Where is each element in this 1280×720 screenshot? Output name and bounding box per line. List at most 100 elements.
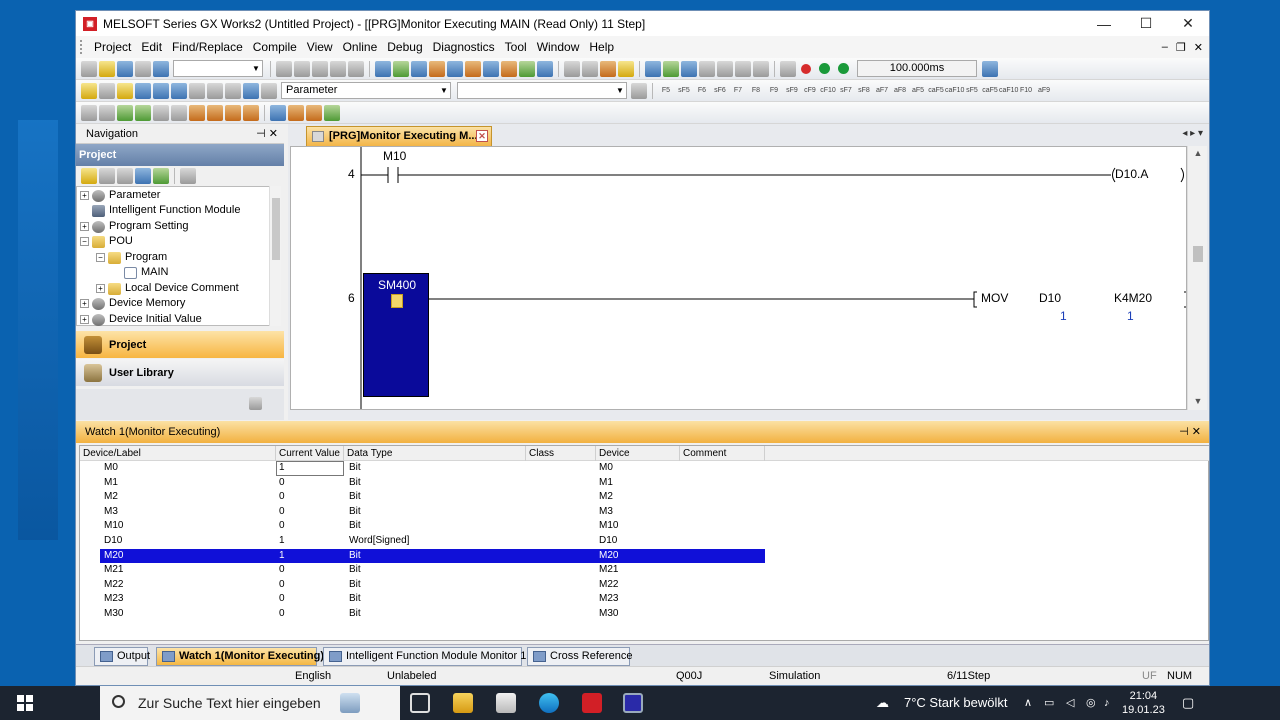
table-row[interactable]: M0 1 Bit M0 (100, 461, 765, 476)
paste-icon[interactable] (312, 60, 328, 77)
table-row[interactable]: M23 0 Bit M23 (100, 592, 765, 607)
tool-icon[interactable] (582, 60, 598, 77)
ladder-icon[interactable] (681, 60, 697, 77)
read-from-plc-icon[interactable] (375, 60, 391, 77)
breakpoint-icon[interactable] (243, 104, 259, 121)
pin-icon[interactable]: ⊣ ✕ (1179, 421, 1201, 443)
collapse-icon[interactable]: − (96, 253, 105, 262)
dev-read-icon[interactable] (519, 60, 535, 77)
breakpoint-icon[interactable] (225, 104, 241, 121)
cell-current-value[interactable]: 0 (276, 519, 344, 533)
tree-item-intelligent-function-module[interactable]: Intelligent Function Module (92, 203, 240, 218)
tree-item-pou[interactable]: − POU (80, 234, 133, 249)
note-icon[interactable] (225, 82, 241, 99)
clear-icon[interactable] (306, 104, 322, 121)
step-icon[interactable] (153, 104, 169, 121)
run-step-icon[interactable] (324, 104, 340, 121)
simulation-icon[interactable] (618, 60, 634, 77)
monitor-mode-icon[interactable] (465, 60, 481, 77)
doc-restore-button[interactable]: ❐ (1176, 41, 1186, 54)
tab-watch-1[interactable]: Watch 1(Monitor Executing) (156, 647, 324, 666)
file-explorer-icon[interactable] (453, 693, 473, 713)
af7-icon[interactable]: aF7 (873, 87, 891, 94)
menu-online[interactable]: Online (338, 40, 383, 54)
taskbar-clock[interactable]: 21:04 19.01.23 (1122, 689, 1165, 717)
dev-icon[interactable] (270, 104, 286, 121)
close-button[interactable]: ✕ (1167, 11, 1209, 36)
expand-icon[interactable]: + (80, 222, 89, 231)
menu-view[interactable]: View (302, 40, 338, 54)
step-icon[interactable] (81, 104, 97, 121)
tab-intelligent-function-module-monitor[interactable]: Intelligent Function Module Monitor 1 (323, 647, 526, 666)
col-comment[interactable]: Comment (680, 446, 765, 461)
copy-icon[interactable] (294, 60, 310, 77)
doc-minimize-button[interactable]: – (1162, 41, 1168, 54)
cell-current-value[interactable]: 0 (276, 578, 344, 592)
menu-tool[interactable]: Tool (500, 40, 532, 54)
tree-item-program[interactable]: − Program (96, 250, 167, 265)
step-run-icon[interactable] (117, 104, 133, 121)
col-device-label[interactable]: Device/Label (80, 446, 276, 461)
ladder-view-icon[interactable] (117, 82, 133, 99)
expand-icon[interactable]: + (80, 191, 89, 200)
f8-instruction-icon[interactable]: F8 (747, 87, 765, 94)
new-file-icon[interactable] (81, 60, 97, 77)
cell-current-value[interactable]: 0 (276, 476, 344, 490)
menu-edit[interactable]: Edit (136, 40, 167, 54)
device-test-icon[interactable] (483, 60, 499, 77)
table-row[interactable]: M22 0 Bit M22 (100, 578, 765, 593)
list-view-icon[interactable] (99, 82, 115, 99)
copy-data-icon[interactable] (99, 168, 115, 184)
scroll-down-icon[interactable]: ▼ (1188, 396, 1208, 406)
f10-icon[interactable]: F10 (1017, 87, 1035, 94)
watch-icon[interactable] (501, 60, 517, 77)
sf5b-icon[interactable]: sF5 (963, 87, 981, 94)
delete-data-icon[interactable] (117, 168, 133, 184)
scroll-up-icon[interactable]: ▲ (1188, 148, 1208, 158)
af8-icon[interactable]: aF8 (891, 87, 909, 94)
editor-scrollbar[interactable]: ▲ ▼ (1187, 146, 1207, 410)
tool-icon[interactable] (564, 60, 580, 77)
clear-icon[interactable] (288, 104, 304, 121)
sf7-icon[interactable]: sF7 (837, 87, 855, 94)
monitor-stop-icon[interactable] (447, 60, 463, 77)
globe-icon[interactable]: ◎ (1086, 686, 1096, 720)
caf5b-icon[interactable]: caF5 (981, 87, 999, 94)
network-icon[interactable]: ▭ (1044, 686, 1054, 720)
caf5-icon[interactable]: caF5 (927, 87, 945, 94)
cell-current-value[interactable]: 0 (276, 505, 344, 519)
table-row[interactable]: M21 0 Bit M21 (100, 563, 765, 578)
comment-icon[interactable] (189, 82, 205, 99)
cell-current-value[interactable]: 0 (276, 563, 344, 577)
caf10-icon[interactable]: caF10 (945, 87, 964, 94)
table-row[interactable]: M30 0 Bit M30 (100, 607, 765, 622)
table-row[interactable]: M1 0 Bit M1 (100, 476, 765, 491)
table-row[interactable]: M2 0 Bit M2 (100, 490, 765, 505)
table-row[interactable]: M10 0 Bit M10 (100, 519, 765, 534)
cell-current-value[interactable]: 1 (276, 534, 344, 548)
ladder-icon[interactable] (735, 60, 751, 77)
print-icon[interactable] (135, 60, 151, 77)
sim-icon[interactable] (780, 60, 796, 77)
col-class[interactable]: Class (526, 446, 596, 461)
cell-current-value[interactable]: 1 (276, 549, 344, 563)
nav-user-library-button[interactable]: User Library (76, 359, 284, 386)
refresh-icon[interactable] (153, 168, 169, 184)
step-icon[interactable] (99, 104, 115, 121)
maximize-button[interactable]: ☐ (1125, 11, 1167, 36)
monitor-start-icon[interactable] (429, 60, 445, 77)
sm400-contact-highlight[interactable]: SM400 (363, 273, 429, 397)
f9-line-icon[interactable]: F9 (765, 87, 783, 94)
caf10b-icon[interactable]: caF10 (999, 87, 1018, 94)
find-icon[interactable] (631, 82, 647, 99)
save-icon[interactable] (117, 60, 133, 77)
new-data-icon[interactable] (81, 168, 97, 184)
col-device[interactable]: Device (596, 446, 680, 461)
search-icon[interactable] (261, 82, 277, 99)
simulator-taskbar-icon[interactable] (623, 693, 643, 713)
tree-scroll-thumb[interactable] (272, 198, 280, 260)
ladder-icon[interactable] (663, 60, 679, 77)
tree-item-program-setting[interactable]: + Program Setting (80, 219, 188, 234)
write-to-plc-icon[interactable] (393, 60, 409, 77)
cut-icon[interactable] (276, 60, 292, 77)
